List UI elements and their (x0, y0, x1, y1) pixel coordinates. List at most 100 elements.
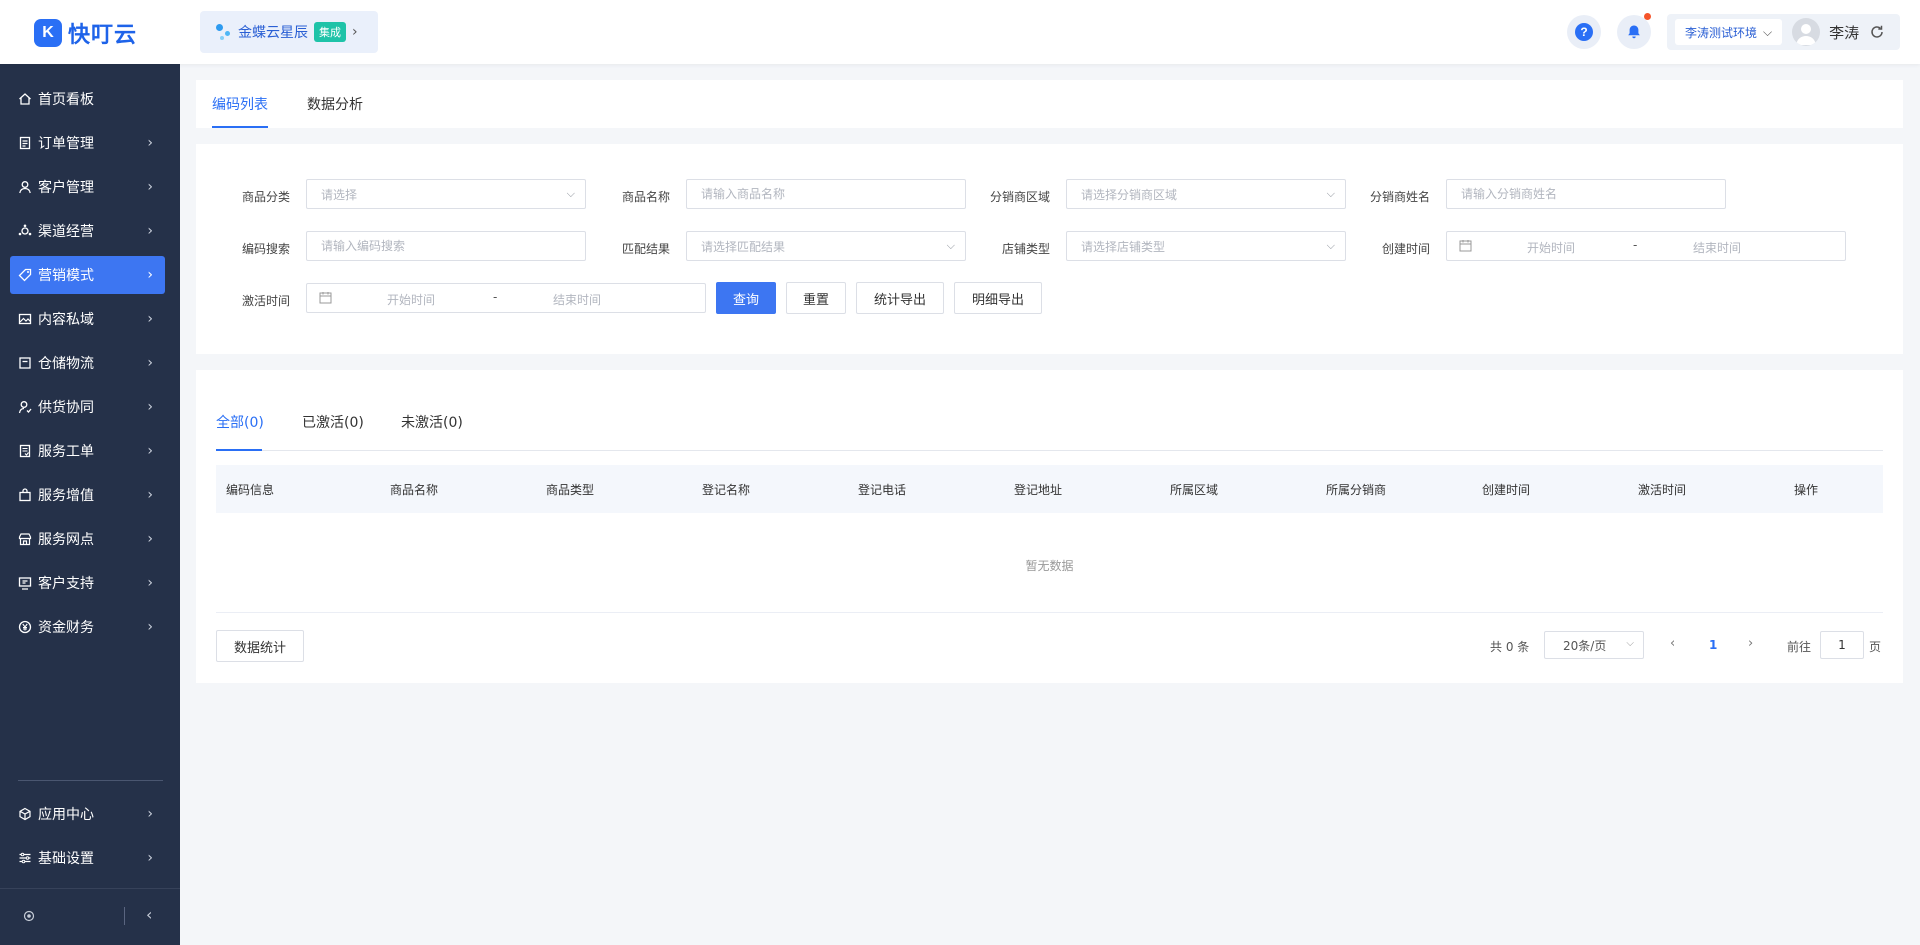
store-type-select[interactable]: 请选择店铺类型 ⌵ (1066, 231, 1346, 261)
chevron-right-icon: › (147, 399, 153, 415)
integration-logo-icon (214, 22, 232, 42)
product-name-field[interactable] (701, 187, 965, 201)
order-icon (16, 136, 34, 150)
distributor-name-input[interactable] (1446, 179, 1726, 209)
chevron-right-icon: › (352, 24, 358, 40)
column-header: 创建时间 (1482, 483, 1531, 497)
tab-activated[interactable]: 已激活(0) (302, 412, 364, 432)
chevron-down-icon: ⌵ (566, 187, 575, 200)
notification-button[interactable] (1617, 13, 1651, 49)
sidebar-item-service-points[interactable]: 服务网点 › (10, 520, 165, 558)
select-placeholder: 请选择匹配结果 (701, 239, 786, 254)
app-logo[interactable]: K 快叮云 (34, 17, 137, 49)
user-name[interactable]: 李涛 (1829, 22, 1859, 43)
sidebar-item-label: 基础设置 (38, 851, 94, 867)
collapse-sidebar-icon[interactable]: ‹ (146, 905, 152, 924)
sidebar-item-support[interactable]: 客户支持 › (10, 564, 165, 602)
match-result-label: 匹配结果 (621, 242, 670, 256)
created-time-range[interactable]: 开始时间 - 结束时间 (1446, 231, 1846, 261)
sidebar-item-marketing[interactable]: 营销模式 › (10, 256, 165, 294)
settings-icon (16, 851, 34, 865)
sidebar-item-value-added[interactable]: 服务增值 › (10, 476, 165, 514)
column-header: 编码信息 (226, 483, 275, 497)
sidebar-item-settings[interactable]: 基础设置 › (10, 839, 165, 877)
sidebar-item-home[interactable]: 首页看板 (10, 80, 165, 118)
select-placeholder: 请选择店铺类型 (1081, 239, 1166, 254)
query-button[interactable]: 查询 (716, 282, 776, 314)
stat-export-button[interactable]: 统计导出 (856, 282, 944, 314)
theme-icon[interactable] (22, 909, 36, 927)
product-name-input[interactable] (686, 179, 966, 209)
chevron-right-icon: › (147, 806, 153, 822)
jump-page-input[interactable]: 1 (1820, 631, 1864, 659)
tabs-divider (216, 450, 1883, 451)
tab-data-analysis[interactable]: 数据分析 (307, 94, 363, 114)
table-header: 编码信息 商品名称 商品类型 登记名称 登记电话 登记地址 所属区域 所属分销商… (216, 465, 1883, 513)
sidebar-item-supply[interactable]: 供货协同 › (10, 388, 165, 426)
sidebar-item-app-center[interactable]: 应用中心 › (10, 795, 165, 833)
created-start-placeholder[interactable]: 开始时间 (1527, 239, 1575, 256)
sidebar-item-channels[interactable]: 渠道经营 › (10, 212, 165, 250)
tab-not-activated[interactable]: 未激活(0) (401, 412, 463, 432)
sidebar-item-content[interactable]: 内容私域 › (10, 300, 165, 338)
page-tabs: 编码列表 数据分析 (196, 80, 1903, 128)
environment-select[interactable]: 李涛测试环境 ⌵ (1675, 19, 1783, 45)
image-icon (16, 312, 34, 326)
chevron-right-icon: › (147, 267, 153, 283)
match-result-select[interactable]: 请选择匹配结果 ⌵ (686, 231, 966, 261)
avatar-icon (1796, 24, 1817, 45)
integration-switcher[interactable]: 金蝶云星辰 集成 › (200, 11, 378, 53)
table-bottom-border (216, 612, 1883, 613)
tab-all[interactable]: 全部(0) (216, 412, 264, 432)
detail-export-button[interactable]: 明细导出 (954, 282, 1042, 314)
next-page-icon[interactable]: › (1748, 636, 1753, 651)
column-header: 商品名称 (390, 483, 439, 497)
chevron-right-icon: › (147, 575, 153, 591)
column-header: 激活时间 (1638, 483, 1687, 497)
integration-badge: 集成 (314, 22, 346, 42)
reset-button[interactable]: 重置 (786, 282, 846, 314)
page-size-select[interactable]: 20条/页 ⌵ (1544, 631, 1644, 659)
sidebar-item-label: 营销模式 (38, 268, 94, 284)
distributor-region-select[interactable]: 请选择分销商区域 ⌵ (1066, 179, 1346, 209)
tab-code-list[interactable]: 编码列表 (212, 94, 268, 114)
help-button[interactable]: ? (1567, 15, 1601, 49)
activated-time-range[interactable]: 开始时间 - 结束时间 (306, 283, 706, 313)
data-stats-button[interactable]: 数据统计 (216, 630, 304, 662)
created-end-placeholder[interactable]: 结束时间 (1693, 239, 1741, 256)
sidebar-item-label: 渠道经营 (38, 224, 94, 240)
avatar[interactable] (1792, 18, 1821, 46)
distributor-name-field[interactable] (1461, 187, 1725, 201)
sidebar-item-warehouse[interactable]: 仓储物流 › (10, 344, 165, 382)
activated-start-placeholder[interactable]: 开始时间 (387, 291, 435, 308)
column-header: 所属分销商 (1326, 483, 1387, 497)
sidebar-item-label: 客户支持 (38, 576, 94, 592)
activated-time-label: 激活时间 (241, 294, 290, 308)
top-bar: K 快叮云 金蝶云星辰 集成 › ? 李涛测试环境 ⌵ 李涛 (0, 0, 1920, 64)
user-icon (16, 180, 34, 194)
sidebar-item-orders[interactable]: 订单管理 › (10, 124, 165, 162)
activated-end-placeholder[interactable]: 结束时间 (553, 291, 601, 308)
product-category-select[interactable]: 请选择 ⌵ (306, 179, 586, 209)
sidebar-item-service-tickets[interactable]: 服务工单 › (10, 432, 165, 470)
code-search-input[interactable] (306, 231, 586, 261)
code-search-field[interactable] (321, 239, 585, 253)
refresh-icon[interactable] (1869, 24, 1885, 40)
column-header: 商品类型 (546, 483, 595, 497)
sidebar-item-label: 内容私域 (38, 312, 94, 328)
sidebar-item-label: 客户管理 (38, 180, 94, 196)
active-tab-indicator (216, 449, 262, 451)
box-icon (16, 356, 34, 370)
chevron-down-icon: ⌵ (1326, 187, 1335, 200)
prev-page-icon[interactable]: ‹ (1670, 636, 1675, 651)
page-number[interactable]: 1 (1709, 638, 1717, 652)
column-header: 所属区域 (1170, 483, 1219, 497)
bag-icon (16, 488, 34, 502)
yuan-icon (16, 620, 34, 634)
sidebar-item-finance[interactable]: 资金财务 › (10, 608, 165, 646)
sidebar-item-customers[interactable]: 客户管理 › (10, 168, 165, 206)
chevron-down-icon: ⌵ (946, 239, 955, 252)
pager-total: 共 0 条 (1490, 640, 1530, 654)
store-type-label: 店铺类型 (1001, 242, 1050, 256)
chevron-right-icon: › (147, 850, 153, 866)
